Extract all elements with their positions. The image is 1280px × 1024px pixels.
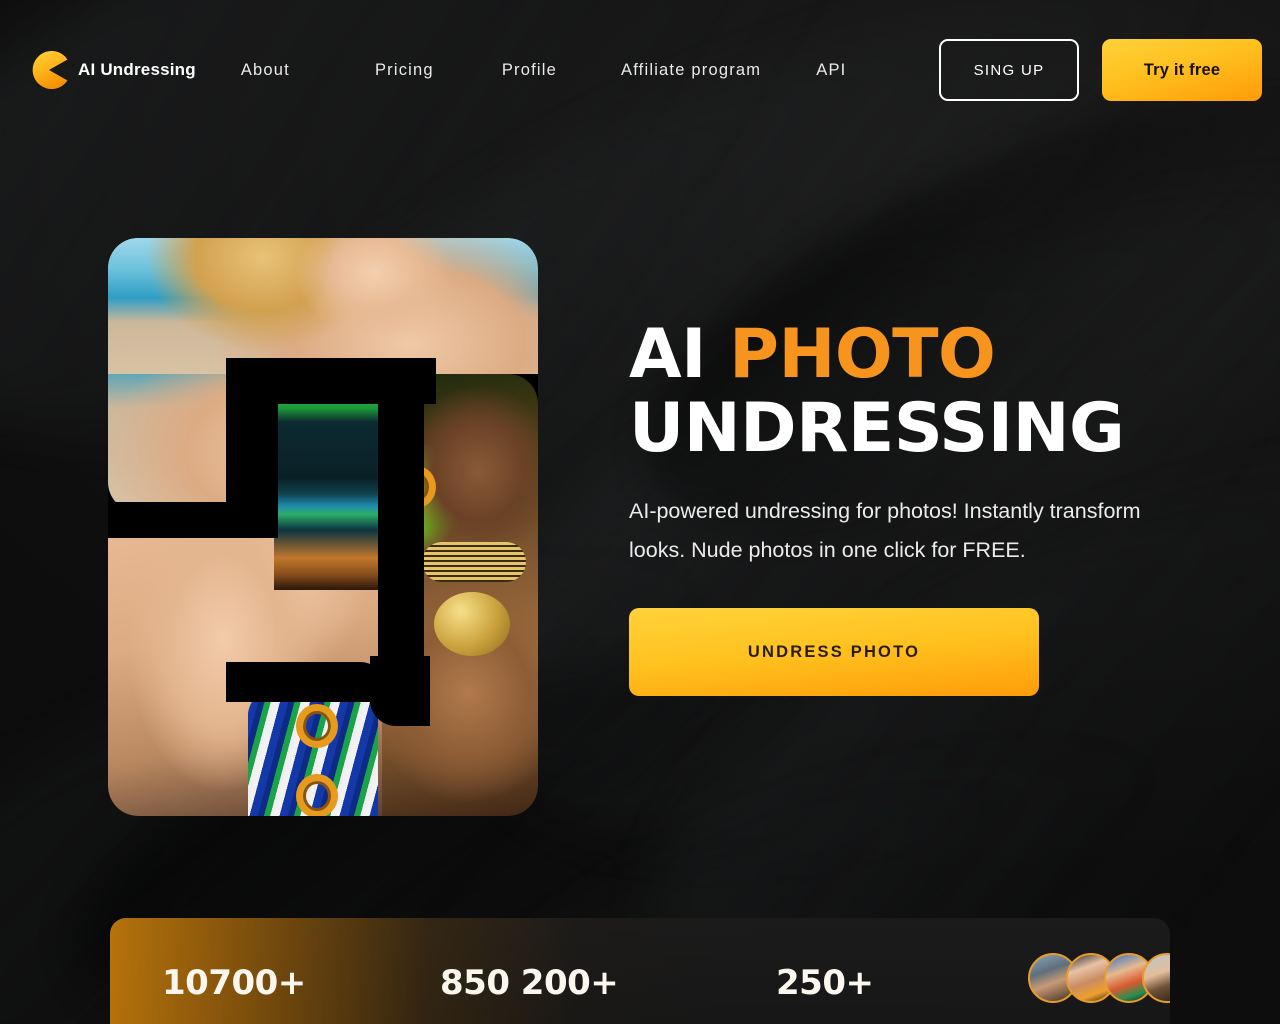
undress-photo-button[interactable]: UNDRESS PHOTO (629, 608, 1039, 696)
main-nav: About Pricing Profile Affiliate program … (241, 61, 847, 80)
headline-part-undressing: UNDRESSING (629, 389, 1125, 468)
headline-part-ai: AI (629, 315, 730, 394)
nav-item-about[interactable]: About (241, 61, 290, 80)
nav-item-profile[interactable]: Profile (502, 61, 557, 80)
collage-separator-bottom-right (370, 656, 430, 726)
stat-value-1: 10700+ (162, 963, 306, 1003)
hero-section: AI PHOTO UNDRESSING AI-powered undressin… (629, 318, 1189, 696)
collage-cell-top-strip (108, 238, 538, 374)
sign-up-button[interactable]: SING UP (939, 39, 1079, 101)
collage-art-monitor (274, 390, 392, 590)
collage-cell-monitor (274, 390, 392, 590)
nav-item-pricing[interactable]: Pricing (375, 61, 434, 80)
stat-value-3: 250+ (776, 963, 874, 1003)
collage-art-top-strip (108, 238, 538, 374)
necklace-pendant-shape (434, 592, 510, 656)
stat-value-2: 850 200+ (440, 963, 619, 1003)
nav-item-affiliate-program[interactable]: Affiliate program (621, 61, 761, 80)
collage-separator-bottom (226, 662, 386, 702)
fabric-ring-1 (296, 704, 338, 748)
header-actions: SING UP Try it free (939, 39, 1262, 101)
hero-subtitle: AI-powered undressing for photos! Instan… (629, 499, 1141, 562)
pacman-logo-icon (30, 51, 68, 89)
collage-separator-left (108, 502, 278, 538)
avatar-group (1028, 953, 1170, 1003)
try-it-free-button[interactable]: Try it free (1102, 39, 1262, 101)
hero-headline: AI PHOTO UNDRESSING (629, 318, 1189, 466)
collage-cell-fabric (248, 690, 378, 816)
fabric-ring-2 (296, 774, 338, 816)
hero-collage-image (108, 238, 538, 816)
headline-part-photo: PHOTO (729, 315, 996, 394)
necklace-band-shape (422, 542, 526, 582)
site-header: AI Undressing About Pricing Profile Affi… (0, 0, 1280, 140)
nav-item-api[interactable]: API (816, 61, 846, 80)
stats-panel: 10700+ 850 200+ 250+ (110, 918, 1170, 1024)
brand-logo[interactable]: AI Undressing (30, 51, 196, 89)
brand-name: AI Undressing (78, 60, 196, 79)
